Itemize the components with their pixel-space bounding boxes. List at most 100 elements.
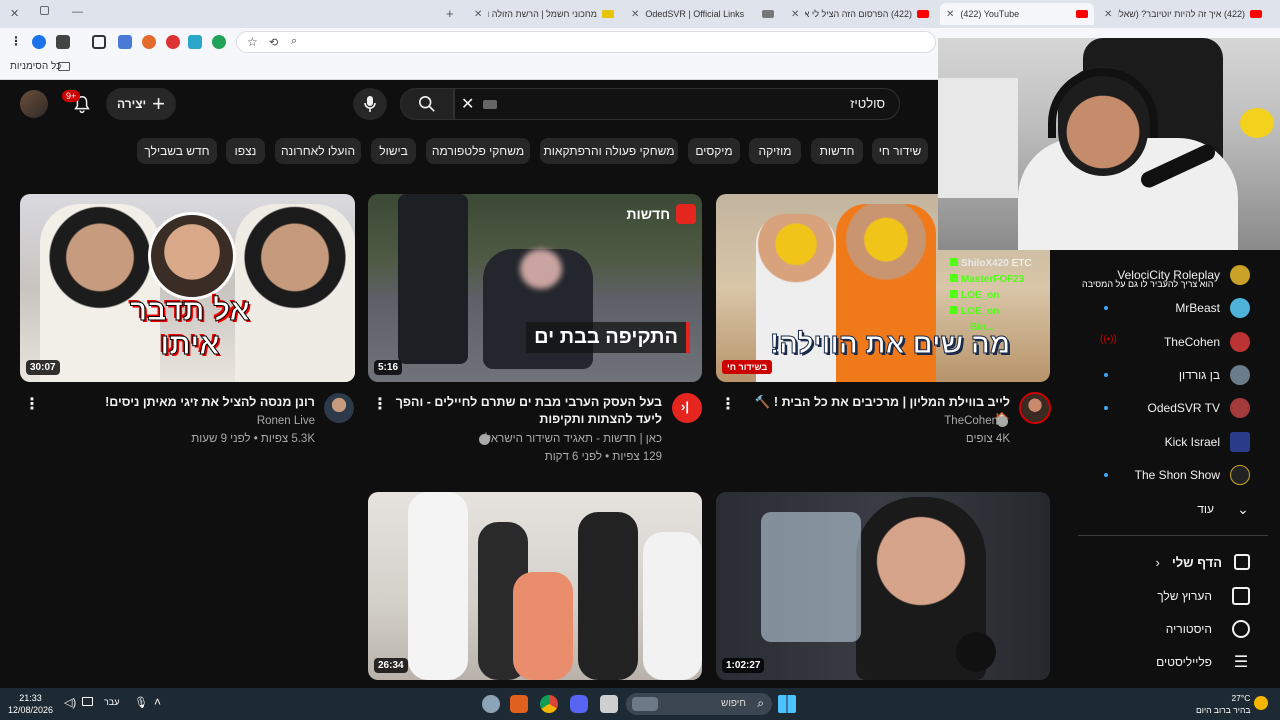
discord-icon[interactable] bbox=[570, 695, 588, 713]
sidebar-item-label: The Shon Show bbox=[1134, 468, 1220, 482]
video-duration: 1:02:27 bbox=[722, 658, 765, 673]
close-tab-icon[interactable]: ✕ bbox=[946, 9, 954, 20]
video-thumbnail[interactable]: אל תדבר איתו 30:07 bbox=[20, 194, 355, 382]
more-options-icon[interactable]: ⋮ bbox=[24, 394, 40, 414]
person-shape bbox=[398, 194, 468, 364]
sidebar-item-kick-israel[interactable]: Kick Israel bbox=[1080, 427, 1250, 457]
chip-news[interactable]: חדשות bbox=[811, 138, 863, 164]
person-shape bbox=[578, 512, 638, 680]
chip-live[interactable]: שידור חי bbox=[872, 138, 928, 164]
weather-widget[interactable]: 27°C בהיר ברוב היום bbox=[1196, 692, 1250, 716]
sidebar-you-header[interactable]: › הדף שלי bbox=[1080, 547, 1250, 577]
all-bookmarks-link[interactable]: כל הסימניות bbox=[10, 61, 61, 72]
new-tab-icon[interactable]: + bbox=[446, 6, 454, 21]
sidebar-item-playlists[interactable]: פלייליסטים ☰ bbox=[1080, 647, 1250, 677]
create-button[interactable]: יצירה + bbox=[106, 88, 176, 120]
sidebar-item-velocity[interactable]: VelociCity Roleplay bbox=[1080, 260, 1250, 290]
clear-search-icon[interactable]: ✕ bbox=[461, 94, 474, 114]
close-tab-icon[interactable]: ✕ bbox=[631, 9, 639, 20]
search-button[interactable] bbox=[400, 88, 454, 120]
chip-action-games[interactable]: משחקי פעולה והרפתקאות bbox=[540, 138, 678, 164]
tab-electric[interactable]: ✕ מחכוני חשמל | הרשת הזולה והוותיקה bbox=[468, 3, 620, 25]
chip-new-for-you[interactable]: חדש בשבילך bbox=[137, 138, 217, 164]
tab-sweepstakes[interactable]: ✕ (422) איך זה להיות יוטיובר? (שאלו... bbox=[1098, 3, 1268, 25]
person-shape bbox=[513, 572, 573, 680]
settings-icon[interactable] bbox=[482, 695, 500, 713]
sidebar-item-your-channel[interactable]: הערוץ שלך bbox=[1080, 581, 1250, 611]
chevron-up-icon[interactable]: ˄ bbox=[154, 695, 161, 709]
tab-advert-video[interactable]: ✕ (422) הפרסום הזה הציל לי את... bbox=[785, 3, 935, 25]
video-title[interactable]: רונן מנסה להציל את זיגי מאיתן ניסים! bbox=[45, 394, 315, 411]
video-title[interactable]: בעל העסק הערבי מבת ים שתרם לחיילים - והפ… bbox=[386, 394, 662, 428]
app-icon[interactable] bbox=[510, 695, 528, 713]
search-input[interactable]: ✕ סולטיז bbox=[454, 88, 900, 120]
window-close-icon[interactable]: ✕ bbox=[10, 7, 19, 20]
extension-icon[interactable] bbox=[212, 35, 226, 49]
zoom-icon[interactable]: ⌕ bbox=[291, 35, 297, 48]
person-shape bbox=[408, 492, 468, 680]
channel-name[interactable]: כאן | חדשות - תאגיד השידור הישראלי bbox=[482, 431, 662, 447]
mic-tray-icon[interactable]: 🎙 bbox=[134, 696, 148, 709]
language-indicator[interactable]: עבר bbox=[104, 697, 119, 707]
chip-watched[interactable]: נצפו bbox=[226, 138, 265, 164]
chip-mixes[interactable]: מיקסים bbox=[688, 138, 740, 164]
microphone-icon bbox=[364, 96, 376, 112]
clock[interactable]: 21:33 12/08/2026 bbox=[8, 692, 53, 716]
voice-search-button[interactable] bbox=[353, 88, 387, 120]
thumbnail-overlay-text: התקיפה בבת ים bbox=[526, 322, 690, 353]
clock-date: 12/08/2026 bbox=[8, 705, 54, 715]
video-thumbnail[interactable]: חדשות התקיפה בבת ים 5:16 bbox=[368, 194, 702, 382]
taskbar-search[interactable]: ⌕ חיפוש bbox=[626, 693, 772, 715]
channel-avatar[interactable] bbox=[1019, 392, 1051, 424]
extension-icon[interactable] bbox=[118, 35, 132, 49]
puzzle-icon[interactable] bbox=[92, 35, 106, 49]
chip-platformers[interactable]: משחקי פלטפורמה bbox=[426, 138, 530, 164]
extension-icon[interactable] bbox=[142, 35, 156, 49]
extension-icon[interactable] bbox=[188, 35, 202, 49]
chip-recently-uploaded[interactable]: הועלו לאחרונה bbox=[275, 138, 361, 164]
more-options-icon[interactable]: ⋮ bbox=[720, 394, 736, 414]
video-thumbnail[interactable]: 26:34 bbox=[368, 492, 702, 680]
sidebar-item-history[interactable]: היסטוריה bbox=[1080, 614, 1250, 644]
extension-icon[interactable] bbox=[166, 35, 180, 49]
speaker-icon[interactable]: ◁) bbox=[64, 696, 76, 709]
more-options-icon[interactable]: ⋮ bbox=[372, 394, 388, 414]
chat-line: Bin... bbox=[950, 320, 1076, 336]
file-explorer-icon[interactable] bbox=[600, 695, 618, 713]
windows-start-icon[interactable] bbox=[778, 695, 796, 713]
network-icon[interactable] bbox=[82, 697, 93, 706]
notifications-button[interactable]: 9+ bbox=[62, 90, 94, 118]
weather-desc: בהיר ברוב היום bbox=[1196, 705, 1251, 715]
chat-badge-icon bbox=[950, 290, 958, 298]
chat-user: Bin... bbox=[970, 322, 995, 333]
channel-avatar bbox=[1230, 265, 1250, 285]
kan-avatar-logo-icon: ›| bbox=[681, 399, 689, 414]
weather-sun-icon bbox=[1254, 696, 1268, 710]
profile-icon[interactable] bbox=[32, 35, 46, 49]
channel-name[interactable]: Ronen Live bbox=[257, 413, 315, 429]
menu-kebab-icon[interactable]: ⋮ bbox=[10, 34, 22, 48]
tab-youtube[interactable]: ✕ (422) YouTube bbox=[940, 3, 1094, 25]
video-thumbnail[interactable]: 1:02:27 bbox=[716, 492, 1050, 680]
window-minimize-icon[interactable]: — bbox=[72, 6, 83, 18]
keyboard-icon[interactable] bbox=[483, 100, 497, 109]
close-tab-icon[interactable]: ✕ bbox=[474, 9, 482, 20]
chrome-icon[interactable] bbox=[540, 695, 558, 713]
close-tab-icon[interactable]: ✕ bbox=[1104, 9, 1112, 20]
star-icon[interactable]: ☆ bbox=[247, 35, 258, 49]
chip-cooking[interactable]: בישול bbox=[371, 138, 416, 164]
sidebar-show-more[interactable]: עוד ⌄ bbox=[1080, 494, 1250, 524]
channel-name[interactable]: TheCohen bbox=[944, 413, 998, 429]
microphone-shape bbox=[956, 632, 996, 672]
address-bar[interactable]: ☆ ⟲ ⌕ bbox=[236, 31, 936, 53]
translate-icon[interactable]: ⟲ bbox=[269, 36, 278, 49]
tab-title: OdedSVR | Official Links bbox=[645, 9, 745, 19]
tab-odedsvr[interactable]: ✕ OdedSVR | Official Links bbox=[625, 3, 780, 25]
close-tab-icon[interactable]: ✕ bbox=[791, 9, 799, 20]
extension-icon[interactable] bbox=[56, 35, 70, 49]
search-icon bbox=[418, 95, 435, 112]
account-avatar[interactable] bbox=[20, 90, 48, 118]
window-restore-icon[interactable] bbox=[40, 6, 49, 15]
channel-avatar[interactable] bbox=[324, 393, 354, 423]
chip-music[interactable]: מוזיקה bbox=[749, 138, 801, 164]
